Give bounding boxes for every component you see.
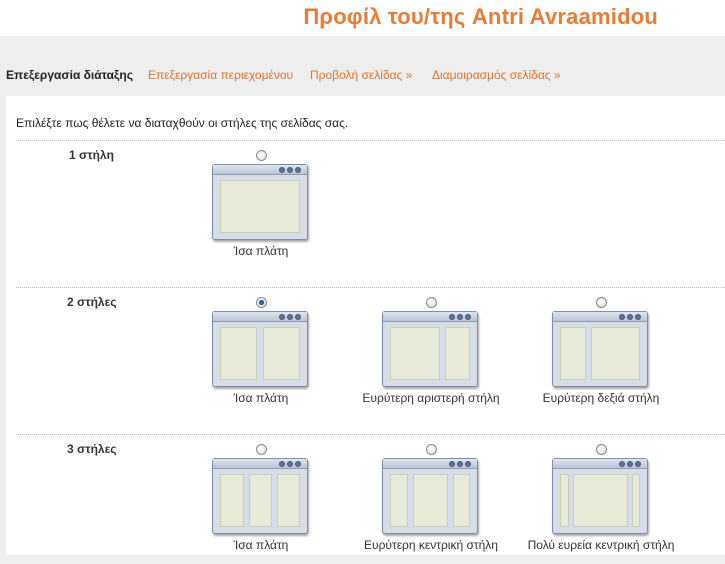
layout-option-3col-wider-center[interactable]: Ευρύτερη κεντρική στήλη [346, 444, 516, 564]
column-block [632, 474, 640, 527]
window-dot-icon [279, 167, 285, 173]
tab-edit-content[interactable]: Επεξεργασία περιεχομένου [148, 68, 293, 82]
option-label: Πολύ ευρεία κεντρική στήλη [527, 538, 675, 552]
layout-option-3col-equal[interactable]: Ίσα πλάτη [176, 444, 346, 564]
window-dot-icon [619, 314, 625, 320]
radio-2col-wider-left[interactable] [426, 297, 437, 308]
divider [16, 287, 725, 288]
column-block [560, 474, 569, 527]
divider [16, 434, 725, 435]
row-label-2-columns: 2 στήλες [67, 295, 117, 309]
window-dot-icon [457, 314, 463, 320]
layout-option-2col-equal[interactable]: Ίσα πλάτη [176, 297, 346, 417]
column-block [413, 474, 448, 527]
divider [16, 140, 725, 141]
thumbnail-body [560, 474, 640, 527]
layout-thumbnail-2col-wider-right[interactable] [552, 311, 648, 387]
column-block [445, 327, 470, 380]
window-dot-icon [287, 461, 293, 467]
thumbnail-body [220, 474, 300, 527]
window-dot-icon [457, 461, 463, 467]
layout-thumbnail-2col-equal[interactable] [212, 311, 308, 387]
column-block [277, 474, 300, 527]
layout-thumbnail-3col-very-wide-center[interactable] [552, 458, 648, 534]
column-block [560, 327, 586, 380]
radio-1col-equal[interactable] [256, 150, 267, 161]
window-dot-icon [295, 314, 301, 320]
window-dot-icon [287, 167, 293, 173]
option-label: Ευρύτερη αριστερή στήλη [362, 391, 500, 405]
row-label-3-columns: 3 στήλες [67, 442, 117, 456]
tab-edit-layout[interactable]: Επεξεργασία διάταξης [6, 68, 133, 82]
column-block [591, 327, 640, 380]
row-label-1-column: 1 στήλη [69, 148, 114, 162]
column-block [263, 327, 300, 380]
window-dot-icon [295, 461, 301, 467]
radio-3col-wider-center[interactable] [426, 444, 437, 455]
window-dot-icon [619, 461, 625, 467]
column-block [390, 474, 408, 527]
window-dot-icon [279, 461, 285, 467]
column-block [453, 474, 470, 527]
window-dot-icon [627, 314, 633, 320]
window-dot-icon [465, 461, 471, 467]
window-dot-icon [627, 461, 633, 467]
thumbnail-body [390, 474, 470, 527]
layout-option-1col-equal[interactable]: Ίσα πλάτη [176, 150, 346, 270]
option-label: Ίσα πλάτη [233, 538, 289, 552]
column-block [390, 327, 440, 380]
column-block [220, 180, 300, 233]
page-title: Προφίλ του/της Antri Avraamidou [303, 4, 658, 29]
thumbnail-body [220, 180, 300, 233]
layout-panel: Επιλέξτε πως θέλετε να διαταχθούν οι στή… [6, 96, 725, 555]
option-label: Ευρύτερη κεντρική στήλη [364, 538, 498, 552]
radio-2col-equal[interactable] [256, 297, 267, 308]
option-label: Ίσα πλάτη [233, 391, 289, 405]
thumbnail-body [390, 327, 470, 380]
window-dot-icon [295, 167, 301, 173]
thumbnail-body [220, 327, 300, 380]
window-dot-icon [465, 314, 471, 320]
column-block [220, 327, 257, 380]
window-dot-icon [279, 314, 285, 320]
tab-view-page[interactable]: Προβολή σελίδας » [310, 68, 412, 82]
column-block [573, 474, 628, 527]
column-block [220, 474, 244, 527]
layout-thumbnail-2col-wider-left[interactable] [382, 311, 478, 387]
layout-thumbnail-1col[interactable] [212, 164, 308, 240]
tab-share-page[interactable]: Διαμοιρασμός σελίδας » [432, 68, 561, 82]
instructions-text: Επιλέξτε πως θέλετε να διαταχθούν οι στή… [16, 116, 349, 130]
radio-3col-very-wide-center[interactable] [596, 444, 607, 455]
layout-option-3col-very-wide-center[interactable]: Πολύ ευρεία κεντρική στήλη [516, 444, 686, 564]
window-dot-icon [635, 461, 641, 467]
window-dot-icon [449, 314, 455, 320]
window-dot-icon [287, 314, 293, 320]
thumbnail-body [560, 327, 640, 380]
window-dot-icon [449, 461, 455, 467]
layout-thumbnail-3col-equal[interactable] [212, 458, 308, 534]
column-block [249, 474, 272, 527]
radio-2col-wider-right[interactable] [596, 297, 607, 308]
layout-thumbnail-3col-wider-center[interactable] [382, 458, 478, 534]
radio-3col-equal[interactable] [256, 444, 267, 455]
option-label: Ευρύτερη δεξιά στήλη [542, 391, 660, 405]
header-band: Προφίλ του/της Antri Avraamidou [0, 0, 725, 36]
option-label: Ίσα πλάτη [233, 244, 289, 258]
layout-option-2col-wider-right[interactable]: Ευρύτερη δεξιά στήλη [516, 297, 686, 417]
layout-option-2col-wider-left[interactable]: Ευρύτερη αριστερή στήλη [346, 297, 516, 417]
window-dot-icon [635, 314, 641, 320]
